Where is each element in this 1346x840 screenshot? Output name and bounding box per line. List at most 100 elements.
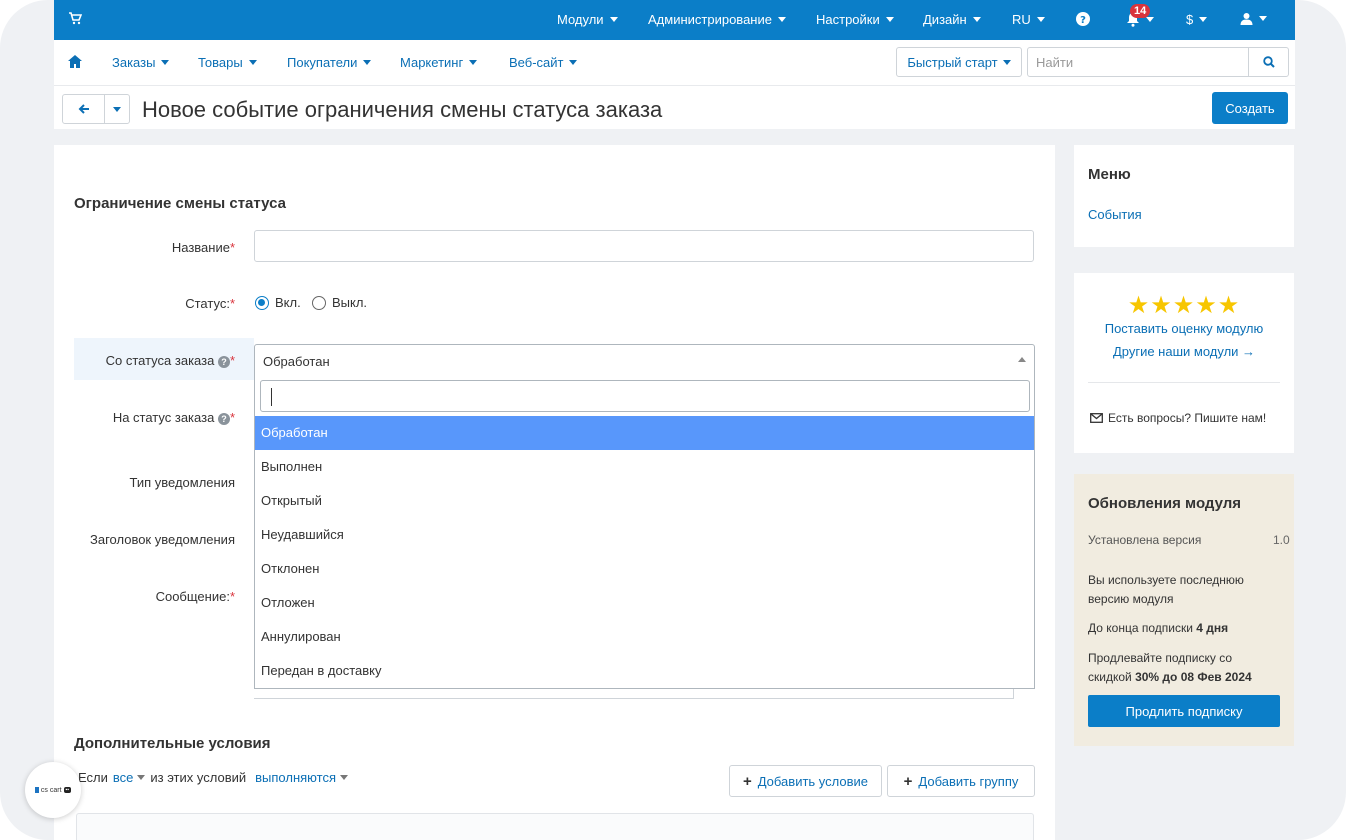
question-circle-icon: ?	[1076, 12, 1090, 26]
menu-currency[interactable]: $	[1186, 12, 1208, 27]
chevron-down-icon	[161, 60, 170, 65]
chevron-down-icon	[885, 17, 894, 22]
nav-products[interactable]: Товары	[198, 55, 257, 70]
cart-icon[interactable]	[68, 11, 82, 25]
updates-card: Обновления модуля Установлена версия 1.0…	[1074, 474, 1294, 746]
nav-website[interactable]: Веб-сайт	[509, 55, 578, 70]
to-status-label: На статус заказа ? *	[112, 410, 235, 425]
arrow-left-icon	[78, 104, 89, 114]
rating-card: ★★★★★ Поставить оценку модулю Другие наш…	[1074, 273, 1294, 453]
chevron-down-icon	[569, 60, 578, 65]
name-input[interactable]	[254, 230, 1034, 262]
conditions-title: Дополнительные условия	[74, 735, 271, 752]
dropdown-option[interactable]: Передан в доставку	[255, 654, 1034, 688]
dropdown-option[interactable]: Неудавшийся	[255, 518, 1034, 552]
rate-module-link[interactable]: Поставить оценку модулю	[1074, 321, 1294, 336]
notify-type-label: Тип уведомления	[129, 475, 235, 490]
nav-customers[interactable]: Покупатели	[287, 55, 372, 70]
conditions-rule: Если все из этих условий выполняются	[78, 770, 348, 785]
dropdown-option[interactable]: Открытый	[255, 484, 1034, 518]
dropdown-options: Обработан Выполнен Открытый Неудавшийся …	[255, 416, 1034, 688]
chevron-down-icon	[777, 17, 786, 22]
back-button[interactable]	[63, 95, 105, 123]
envelope-icon	[1090, 413, 1103, 423]
from-status-select[interactable]: Обработан	[254, 344, 1035, 376]
plus-icon: +	[742, 772, 752, 790]
dropdown-option[interactable]: Выполнен	[255, 450, 1034, 484]
other-modules-link[interactable]: Другие наши модули →	[1074, 344, 1294, 359]
search-icon	[1262, 56, 1275, 68]
menu-user[interactable]	[1240, 12, 1267, 25]
rating-stars[interactable]: ★★★★★	[1074, 291, 1294, 320]
question-circle-icon[interactable]: ?	[217, 412, 230, 425]
events-link[interactable]: События	[1088, 207, 1142, 222]
dropdown-option[interactable]: Обработан	[255, 416, 1034, 450]
nav-orders[interactable]: Заказы	[112, 55, 170, 70]
chevron-down-icon	[248, 60, 257, 65]
message-label: Сообщение:*	[155, 589, 235, 604]
add-group-button[interactable]: + Добавить группу	[887, 765, 1035, 797]
menu-administration[interactable]: Администрирование	[648, 12, 786, 27]
home-icon[interactable]	[68, 55, 82, 68]
cs-cart-logo[interactable]: cs cart ▪▪	[25, 762, 81, 818]
radio-checked-icon	[255, 295, 269, 310]
from-status-label: Со статуса заказа ? *	[105, 353, 235, 368]
latest-version-text: Вы используете последнюю версию модуля	[1088, 573, 1244, 606]
star-icon[interactable]: ★	[1195, 292, 1218, 319]
menu-settings[interactable]: Настройки	[816, 12, 894, 27]
main-panel: Ограничение смены статуса Название* Стат…	[54, 145, 1055, 840]
menu-design[interactable]: Дизайн	[923, 12, 981, 27]
svg-text:?: ?	[1080, 15, 1086, 26]
search-box	[1027, 47, 1289, 77]
logo-pill-icon: ▪▪	[63, 787, 72, 793]
conditions-all-dropdown[interactable]: все	[113, 770, 146, 785]
dropdown-option[interactable]: Отклонен	[255, 552, 1034, 586]
back-history-dropdown[interactable]	[105, 95, 129, 123]
text-cursor	[271, 388, 272, 406]
chevron-down-icon	[1036, 17, 1045, 22]
subscription-remaining: До конца подписки 4 дня	[1088, 621, 1229, 635]
add-condition-button[interactable]: + Добавить условие	[729, 765, 882, 797]
star-icon[interactable]: ★	[1218, 292, 1241, 319]
create-button[interactable]: Создать	[1212, 92, 1288, 124]
search-input[interactable]	[1028, 48, 1248, 76]
secondary-nav: Заказы Товары Покупатели Маркетинг Веб-с…	[54, 40, 1295, 85]
status-dropdown: Обработан Выполнен Открытый Неудавшийся …	[254, 375, 1035, 689]
nav-marketing[interactable]: Маркетинг	[400, 55, 478, 70]
dropdown-search-input[interactable]	[260, 380, 1030, 412]
section-title: Ограничение смены статуса	[74, 195, 286, 212]
dropdown-option[interactable]: Аннулирован	[255, 620, 1034, 654]
chevron-down-icon	[340, 775, 348, 780]
search-button[interactable]	[1248, 48, 1288, 76]
chevron-up-icon	[1018, 357, 1026, 362]
name-label: Название*	[171, 240, 235, 255]
title-bar: Новое событие ограничения смены статуса …	[54, 85, 1295, 129]
star-icon[interactable]: ★	[1150, 292, 1173, 319]
plus-icon: +	[903, 772, 913, 790]
conditions-met-dropdown[interactable]: выполняются	[255, 770, 348, 785]
chevron-down-icon	[469, 60, 478, 65]
quick-start-button[interactable]: Быстрый старт	[896, 47, 1022, 77]
notify-title-label: Заголовок уведомления	[90, 532, 235, 547]
conditions-container	[76, 813, 1034, 840]
status-on-radio[interactable]: Вкл.	[255, 295, 301, 310]
renew-subscription-button[interactable]: Продлить подписку	[1088, 695, 1280, 727]
chevron-down-icon	[363, 60, 372, 65]
back-button-group	[62, 94, 130, 124]
menu-modules[interactable]: Модули	[557, 12, 618, 27]
help-button[interactable]: ?	[1076, 12, 1090, 26]
menu-card: Меню События	[1074, 145, 1294, 247]
chevron-down-icon	[1199, 17, 1208, 22]
menu-language[interactable]: RU	[1012, 12, 1045, 27]
contact-link[interactable]: Есть вопросы? Пишите нам!	[1090, 411, 1266, 425]
logo-mark-icon	[34, 787, 39, 793]
status-off-radio[interactable]: Выкл.	[312, 295, 367, 310]
star-icon[interactable]: ★	[1173, 292, 1196, 319]
question-circle-icon[interactable]: ?	[217, 355, 230, 368]
dropdown-option[interactable]: Отложен	[255, 586, 1034, 620]
star-icon[interactable]: ★	[1128, 292, 1151, 319]
chevron-down-icon	[972, 17, 981, 22]
chevron-down-icon	[1146, 17, 1154, 22]
radio-unchecked-icon	[312, 295, 326, 310]
app-frame: Модули Администрирование Настройки Дизай…	[0, 0, 1346, 840]
